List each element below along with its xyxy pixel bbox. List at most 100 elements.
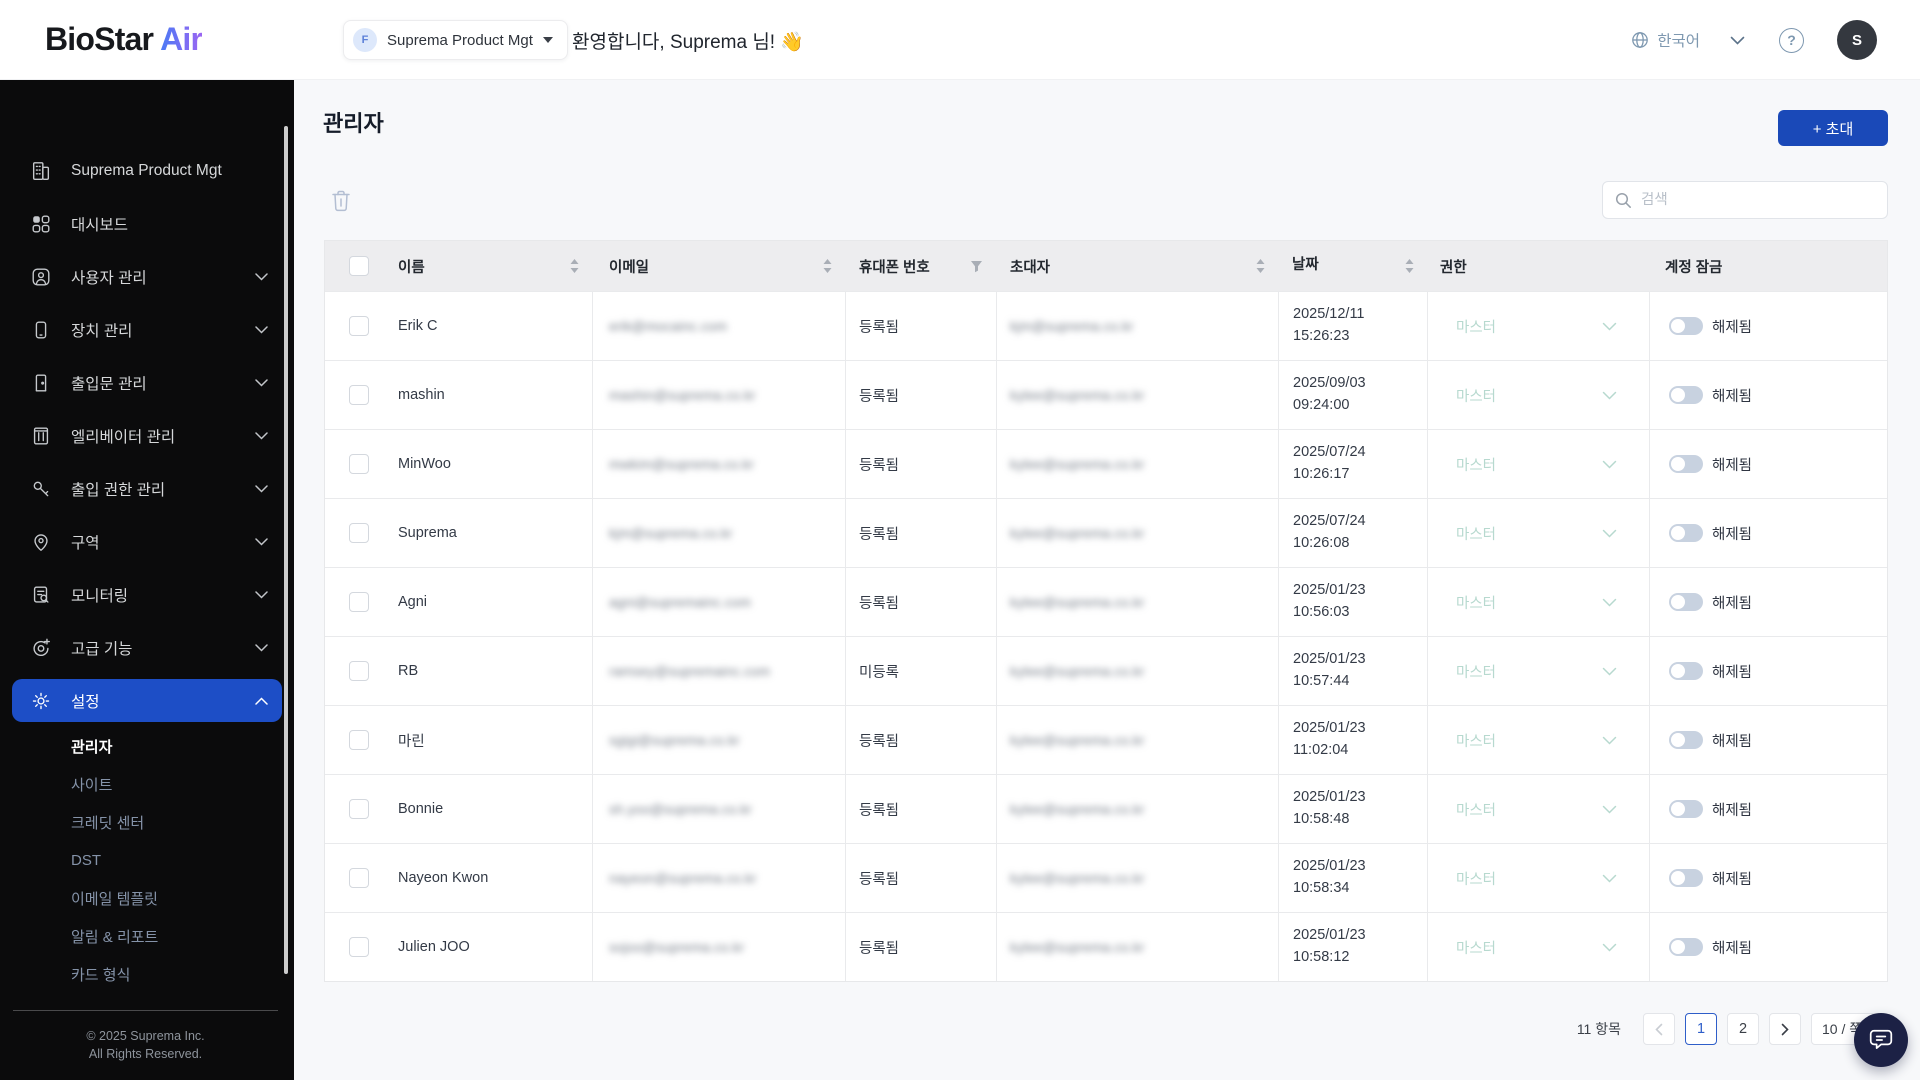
account-lock-toggle[interactable] bbox=[1669, 524, 1703, 542]
account-lock-toggle[interactable] bbox=[1669, 455, 1703, 473]
sidebar-scrollbar[interactable] bbox=[284, 126, 288, 974]
row-checkbox[interactable] bbox=[349, 661, 369, 681]
site-selector[interactable]: F Suprema Product Mgt bbox=[343, 20, 568, 60]
sort-icon[interactable] bbox=[570, 259, 579, 273]
col-inviter[interactable]: 초대자 bbox=[1010, 256, 1050, 277]
submenu-item-admins[interactable]: 관리자 bbox=[0, 727, 294, 765]
account-lock-toggle[interactable] bbox=[1669, 386, 1703, 404]
pagination-next-button[interactable] bbox=[1769, 1013, 1801, 1045]
submenu-item-sites[interactable]: 사이트 bbox=[0, 765, 294, 803]
col-phone[interactable]: 휴대폰 번호 bbox=[859, 256, 930, 277]
sidebar-item-advanced[interactable]: 고급 기능 bbox=[0, 621, 294, 674]
sidebar-item-dashboard[interactable]: 대시보드 bbox=[0, 197, 294, 250]
sidebar-item-zones[interactable]: 구역 bbox=[0, 515, 294, 568]
role-select-value[interactable]: 마스터 bbox=[1456, 592, 1496, 613]
sidebar-item-monitoring[interactable]: 모니터링 bbox=[0, 568, 294, 621]
select-all-checkbox[interactable] bbox=[349, 256, 369, 276]
admin-email-blurred: agni@supremainc.com bbox=[609, 594, 752, 610]
row-checkbox[interactable] bbox=[349, 316, 369, 336]
inviter-email-blurred: kylee@suprema.co.kr bbox=[1010, 663, 1145, 679]
account-lock-toggle[interactable] bbox=[1669, 593, 1703, 611]
submenu-item-alerts-reports[interactable]: 알림 & 리포트 bbox=[0, 917, 294, 955]
sidebar-item-label: 대시보드 bbox=[71, 216, 129, 234]
role-select-value[interactable]: 마스터 bbox=[1456, 799, 1496, 820]
table-row: mashin mashin@suprema.co.kr 등록됨 kylee@su… bbox=[325, 360, 1887, 429]
chat-fab-button[interactable] bbox=[1854, 1013, 1908, 1067]
table-row: Erik C erik@mocainc.com 등록됨 kjm@suprema.… bbox=[325, 291, 1887, 360]
advanced-features-icon bbox=[33, 638, 50, 656]
lock-status-label: 해제됨 bbox=[1712, 940, 1753, 957]
table-row: Nayeon Kwon nayeon@suprema.co.kr 등록됨 kyl… bbox=[325, 843, 1887, 912]
chevron-down-icon bbox=[1602, 598, 1617, 607]
col-date[interactable]: 날짜 bbox=[1292, 255, 1319, 277]
sidebar-item-label: 엘리베이터 관리 bbox=[71, 428, 176, 446]
delete-button[interactable] bbox=[330, 187, 354, 214]
language-selector[interactable]: 한국어 bbox=[1631, 29, 1700, 51]
invite-button[interactable]: + 초대 bbox=[1778, 110, 1888, 146]
invited-time: 15:26:23 bbox=[1293, 328, 1350, 344]
account-lock-toggle[interactable] bbox=[1669, 662, 1703, 680]
sort-icon[interactable] bbox=[823, 259, 832, 273]
sidebar-item-site[interactable]: Suprema Product Mgt bbox=[0, 144, 294, 197]
inviter-email-blurred: kylee@suprema.co.kr bbox=[1010, 594, 1145, 610]
role-select-value[interactable]: 마스터 bbox=[1456, 937, 1496, 958]
role-select-value[interactable]: 마스터 bbox=[1456, 868, 1496, 889]
account-lock-toggle[interactable] bbox=[1669, 938, 1703, 956]
role-select-value[interactable]: 마스터 bbox=[1456, 316, 1496, 337]
pagination-page-1[interactable]: 1 bbox=[1685, 1013, 1717, 1045]
sidebar-item-doors[interactable]: 출입문 관리 bbox=[0, 356, 294, 409]
row-checkbox[interactable] bbox=[349, 454, 369, 474]
row-checkbox[interactable] bbox=[349, 385, 369, 405]
row-checkbox[interactable] bbox=[349, 937, 369, 957]
copyright-line1: © 2025 Suprema Inc. bbox=[86, 1028, 205, 1043]
role-select-value[interactable]: 마스터 bbox=[1456, 661, 1496, 682]
admin-email-blurred: erik@mocainc.com bbox=[609, 318, 728, 334]
invited-datetime: 2025/01/23 10:58:12 bbox=[1293, 925, 1366, 969]
admin-email-blurred: ramsey@supremainc.com bbox=[609, 663, 771, 679]
role-select-value[interactable]: 마스터 bbox=[1456, 523, 1496, 544]
chevron-down-icon bbox=[255, 325, 268, 334]
sort-icon[interactable] bbox=[1405, 259, 1414, 273]
invited-datetime: 2025/07/24 10:26:17 bbox=[1293, 442, 1366, 486]
sidebar-item-label: 출입 권한 관리 bbox=[71, 481, 166, 499]
row-checkbox[interactable] bbox=[349, 868, 369, 888]
sidebar-item-elevators[interactable]: 엘리베이터 관리 bbox=[0, 409, 294, 462]
row-checkbox[interactable] bbox=[349, 592, 369, 612]
pagination-prev-button[interactable] bbox=[1643, 1013, 1675, 1045]
sidebar-item-devices[interactable]: 장치 관리 bbox=[0, 303, 294, 356]
account-lock-toggle[interactable] bbox=[1669, 317, 1703, 335]
device-icon bbox=[35, 321, 47, 338]
pagination-page-2[interactable]: 2 bbox=[1727, 1013, 1759, 1045]
chevron-right-icon bbox=[1781, 1023, 1789, 1035]
submenu-item-credit-center[interactable]: 크레딧 센터 bbox=[0, 803, 294, 841]
col-name[interactable]: 이름 bbox=[398, 256, 425, 277]
account-lock-toggle[interactable] bbox=[1669, 800, 1703, 818]
sort-icon[interactable] bbox=[1256, 259, 1265, 273]
row-checkbox[interactable] bbox=[349, 523, 369, 543]
row-checkbox[interactable] bbox=[349, 730, 369, 750]
submenu-item-email-template[interactable]: 이메일 템플릿 bbox=[0, 879, 294, 917]
col-email[interactable]: 이메일 bbox=[609, 256, 649, 277]
chevron-down-icon bbox=[255, 484, 268, 493]
role-select-value[interactable]: 마스터 bbox=[1456, 385, 1496, 406]
admin-name: mashin bbox=[398, 387, 445, 403]
phone-status: 등록됨 bbox=[859, 940, 900, 957]
sidebar-item-access[interactable]: 출입 권한 관리 bbox=[0, 462, 294, 515]
submenu-item-card-format[interactable]: 카드 형식 bbox=[0, 955, 294, 993]
sidebar-item-users[interactable]: 사용자 관리 bbox=[0, 250, 294, 303]
row-checkbox[interactable] bbox=[349, 799, 369, 819]
user-avatar[interactable]: S bbox=[1837, 20, 1877, 60]
chevron-down-icon bbox=[255, 431, 268, 440]
role-select-value[interactable]: 마스터 bbox=[1456, 454, 1496, 475]
role-select-value[interactable]: 마스터 bbox=[1456, 730, 1496, 751]
chevron-down-icon[interactable] bbox=[1730, 36, 1745, 45]
help-button[interactable]: ? bbox=[1779, 27, 1804, 53]
chevron-down-icon bbox=[255, 643, 268, 652]
filter-icon[interactable] bbox=[970, 260, 983, 273]
sidebar-item-settings[interactable]: 설정 bbox=[12, 679, 282, 722]
table-header: 이름 이메일 휴대폰 번호 초대자 날짜 권한 계정 잠금 bbox=[325, 241, 1887, 291]
account-lock-toggle[interactable] bbox=[1669, 731, 1703, 749]
account-lock-toggle[interactable] bbox=[1669, 869, 1703, 887]
search-input[interactable] bbox=[1641, 192, 1875, 208]
submenu-item-dst[interactable]: DST bbox=[0, 841, 294, 879]
